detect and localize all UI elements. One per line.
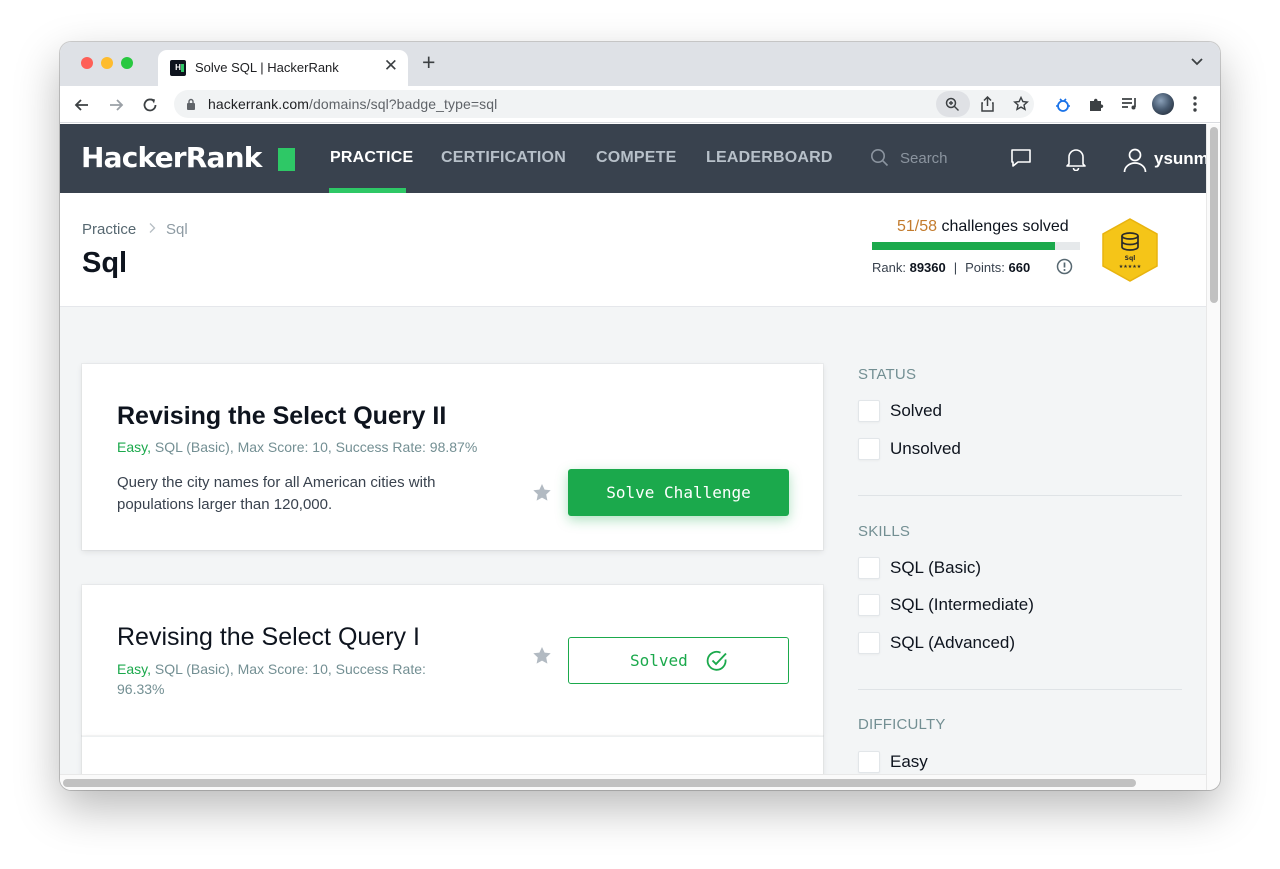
search-input[interactable]: Search [900, 150, 948, 167]
checkbox[interactable] [858, 438, 880, 460]
challenge-meta: Easy, SQL (Basic), Max Score: 10, Succes… [117, 661, 426, 697]
minimize-window-button[interactable] [101, 57, 113, 69]
page-header: Practice Sql Sql 51/58 challenges solved… [60, 193, 1206, 307]
breadcrumb-sql: Sql [166, 221, 188, 238]
filter-heading-status: STATUS [858, 366, 917, 383]
checkbox[interactable] [858, 594, 880, 616]
zoom-in-icon [945, 97, 959, 111]
challenge-card: Revising the Select Query I Easy, SQL (B… [82, 585, 823, 736]
check-circle-icon [706, 650, 727, 671]
progress-bar [872, 242, 1080, 250]
url-text: hackerrank.com/domains/sql?badge_type=sq… [208, 96, 498, 112]
bookmark-star-icon[interactable] [532, 646, 552, 665]
lock-icon [187, 98, 195, 110]
divider [858, 689, 1182, 690]
nav-practice[interactable]: PRACTICE [330, 149, 413, 167]
search-icon[interactable] [870, 148, 889, 167]
share-icon[interactable] [980, 96, 995, 112]
checkbox[interactable] [858, 400, 880, 422]
challenge-card: Revising the Select Query II Easy, SQL (… [82, 364, 823, 550]
challenge-meta: Easy, SQL (Basic), Max Score: 10, Succes… [117, 439, 478, 455]
vertical-scroll-thumb[interactable] [1210, 127, 1218, 303]
divider [858, 495, 1182, 496]
messages-icon[interactable] [1010, 147, 1032, 169]
nav-certification[interactable]: CERTIFICATION [441, 149, 566, 167]
bookmark-star-icon[interactable] [1013, 96, 1029, 112]
close-window-button[interactable] [81, 57, 93, 69]
reading-list-icon[interactable] [1121, 96, 1139, 112]
nav-leaderboard[interactable]: LEADERBOARD [706, 149, 833, 167]
hackerrank-logo[interactable]: HackerRank [81, 141, 262, 174]
profile-avatar[interactable] [1152, 93, 1174, 115]
challenge-description: Query the city names for all American ci… [117, 474, 436, 513]
horizontal-scrollbar[interactable] [60, 774, 1206, 790]
challenge-title[interactable]: Revising the Select Query I [117, 623, 420, 652]
rank-points-row: Rank: 89360 | Points: 660 [872, 260, 1031, 275]
checkbox[interactable] [858, 751, 880, 773]
filter-heading-skills: SKILLS [858, 523, 911, 540]
page-title: Sql [82, 247, 128, 279]
logo-mark [278, 148, 295, 171]
challenges-solved-text: 51/58 challenges solved [897, 218, 1069, 235]
more-options-icon[interactable] [1193, 96, 1197, 112]
breadcrumb-practice[interactable]: Practice [82, 221, 136, 238]
extension-bug-icon[interactable] [1054, 96, 1072, 114]
address-bar[interactable]: hackerrank.com/domains/sql?badge_type=sq… [174, 90, 1034, 118]
username[interactable]: ysunm [1154, 149, 1206, 169]
user-icon[interactable] [1122, 147, 1148, 173]
hackerrank-favicon-icon: H [170, 60, 186, 76]
badge-stars: ★★★★★ [1119, 264, 1142, 270]
sql-badge-icon[interactable]: Sql ★★★★★ [1100, 217, 1160, 283]
badge-label: Sql [1125, 255, 1136, 262]
progress-bar-fill [872, 242, 1055, 250]
reload-icon[interactable] [141, 96, 159, 114]
breadcrumb-chevron-icon [148, 221, 156, 237]
filter-heading-difficulty: DIFFICULTY [858, 716, 946, 733]
vertical-scrollbar[interactable] [1206, 124, 1220, 790]
chevron-down-icon[interactable] [1190, 55, 1204, 69]
solve-challenge-button[interactable]: Solve Challenge [568, 469, 789, 516]
zoom-indicator[interactable] [936, 91, 970, 117]
checkbox[interactable] [858, 557, 880, 579]
notifications-bell-icon[interactable] [1065, 147, 1087, 171]
close-tab-icon[interactable]: ✕ [384, 56, 398, 76]
bookmark-star-icon[interactable] [532, 483, 552, 502]
browser-toolbar: hackerrank.com/domains/sql?badge_type=sq… [60, 86, 1220, 123]
page-viewport: HackerRank PRACTICE CERTIFICATION COMPET… [60, 124, 1206, 790]
browser-tab[interactable]: H Solve SQL | HackerRank ✕ [158, 50, 408, 86]
new-tab-icon[interactable]: + [422, 49, 435, 76]
maximize-window-button[interactable] [121, 57, 133, 69]
back-arrow-icon[interactable] [73, 96, 91, 114]
challenge-title[interactable]: Revising the Select Query II [117, 402, 446, 431]
nav-compete[interactable]: COMPETE [596, 149, 677, 167]
checkbox[interactable] [858, 632, 880, 654]
solved-label: Solved [630, 651, 688, 670]
puzzle-extensions-icon[interactable] [1088, 96, 1105, 113]
tab-title: Solve SQL | HackerRank [195, 60, 339, 75]
info-icon[interactable] [1056, 258, 1073, 275]
horizontal-scroll-thumb[interactable] [63, 779, 1136, 787]
tab-strip: H Solve SQL | HackerRank ✕ + [60, 42, 1220, 86]
solved-button[interactable]: Solved [568, 637, 789, 684]
browser-window: H Solve SQL | HackerRank ✕ + hackerrank.… [60, 42, 1220, 790]
forward-arrow-icon[interactable] [107, 96, 125, 114]
hackerrank-navbar: HackerRank PRACTICE CERTIFICATION COMPET… [60, 124, 1206, 193]
